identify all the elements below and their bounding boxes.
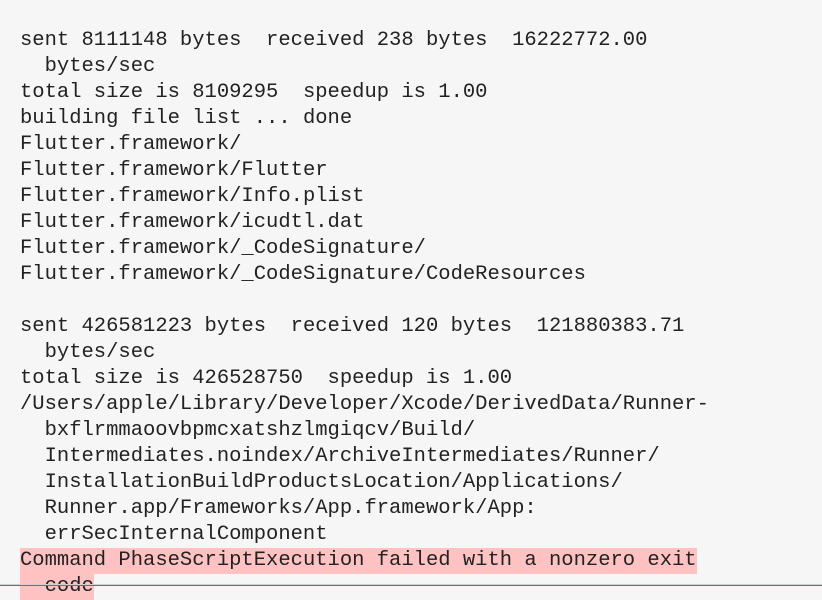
log-line: total size is 426528750 speedup is 1.00 [20,366,820,392]
log-line: Flutter.framework/_CodeSignature/ [20,236,820,262]
terminal-output: sent 8111148 bytes received 238 bytes 16… [0,0,822,600]
log-line: Flutter.framework/Flutter [20,158,820,184]
error-continuation: code [20,574,94,600]
log-continuation: Intermediates.noindex/ArchiveIntermediat… [20,444,820,470]
log-continuation: bytes/sec [20,54,820,80]
log-continuation: bytes/sec [20,340,820,366]
log-line: Flutter.framework/icudtl.dat [20,210,820,236]
log-blank [20,288,820,314]
log-line: sent 8111148 bytes received 238 bytes 16… [20,28,820,54]
log-line: /Users/apple/Library/Developer/Xcode/Der… [20,392,820,418]
log-line: building file list ... done [20,106,820,132]
log-continuation: InstallationBuildProductsLocation/Applic… [20,470,820,496]
log-line: sent 426581223 bytes received 120 bytes … [20,314,820,340]
log-line: total size is 8109295 speedup is 1.00 [20,80,820,106]
log-continuation: errSecInternalComponent [20,522,820,548]
log-line: Flutter.framework/_CodeSignature/CodeRes… [20,262,820,288]
log-continuation: bxflrmmaoovbpmcxatshzlmgiqcv/Build/ [20,418,820,444]
log-continuation: Runner.app/Frameworks/App.framework/App: [20,496,820,522]
log-line: Flutter.framework/ [20,132,820,158]
log-line: Flutter.framework/Info.plist [20,184,820,210]
error-line: Command PhaseScriptExecution failed with… [20,548,697,574]
